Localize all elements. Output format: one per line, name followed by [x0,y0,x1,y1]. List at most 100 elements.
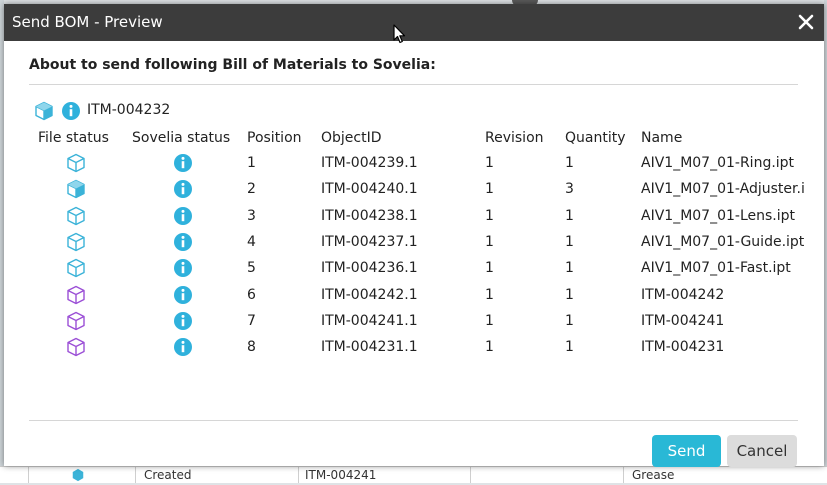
column-separator [28,467,29,483]
sovelia-status-cell [123,176,243,202]
sovelia-status-cell [123,150,243,176]
cube-purple-icon [66,311,86,331]
name-cell: ITM-004231 [641,339,725,356]
column-separator [135,467,136,483]
position-cell: 4 [247,234,256,251]
table-row[interactable]: 5 ITM-004236.1 1 1 AIV1_M07_01-Fast.ipt [29,255,805,281]
object-id-cell: ITM-004242.1 [321,286,418,303]
info-icon[interactable] [173,285,193,304]
table-row[interactable]: 2 ITM-004240.1 1 3 AIV1_M07_01-Adjuster.i [29,176,805,202]
column-header-position[interactable]: Position [243,126,317,150]
assembly-cube-icon [35,101,53,121]
info-icon[interactable] [173,311,193,330]
info-icon [62,102,80,120]
info-icon[interactable] [173,180,193,199]
quantity-cell: 1 [565,260,574,277]
sovelia-status-cell [123,229,243,255]
file-status-cell [29,176,123,202]
table-row[interactable]: 6 ITM-004242.1 1 1 ITM-004242 [29,281,805,307]
object-id-cell: ITM-004236.1 [321,260,418,277]
name-cell: AIV1_M07_01-Adjuster.i [641,181,805,198]
name-cell: AIV1_M07_01-Ring.ipt [641,155,795,172]
column-header-name[interactable]: Name [637,126,805,150]
quantity-cell: 1 [565,286,574,303]
cube-solid-icon [66,180,86,199]
name-cell: ITM-004241 [641,312,725,329]
mouse-pointer-icon [393,24,406,44]
file-status-cell [29,150,123,176]
table-row[interactable]: 1 ITM-004239.1 1 1 AIV1_M07_01-Ring.ipt [29,150,805,176]
cube-purple-icon [66,285,86,304]
info-icon[interactable] [173,259,193,278]
info-icon[interactable] [173,338,193,357]
quantity-cell: 1 [565,234,574,251]
divider [29,420,798,421]
root-item-id: ITM-004232 [87,102,171,118]
revision-cell: 1 [485,312,494,329]
send-bom-dialog: Send BOM - Preview About to send followi… [4,4,824,467]
name-cell: AIV1_M07_01-Fast.ipt [641,260,791,277]
revision-cell: 1 [485,155,494,172]
object-id-cell: ITM-004238.1 [321,207,418,224]
quantity-cell: 3 [565,181,574,198]
table-row[interactable]: 7 ITM-004241.1 1 1 ITM-004241 [29,308,805,334]
column-header-quantity[interactable]: Quantity [561,126,637,150]
cube-outline-icon [66,232,86,252]
name-cell: AIV1_M07_01-Lens.ipt [641,207,795,224]
dialog-titlebar[interactable]: Send BOM - Preview [4,4,824,41]
name-cell: ITM-004242 [641,286,725,303]
background-cell: Grease [632,468,675,482]
position-cell: 2 [247,181,256,198]
column-separator [470,467,471,483]
quantity-cell: 1 [565,155,574,172]
object-id-cell: ITM-004240.1 [321,181,418,198]
column-header-sovelia-status[interactable]: Sovelia status [123,126,243,150]
object-id-cell: ITM-004241.1 [321,312,418,329]
revision-cell: 1 [485,286,494,303]
column-header-revision[interactable]: Revision [481,126,561,150]
position-cell: 5 [247,260,256,277]
object-id-cell: ITM-004231.1 [321,339,418,356]
cube-outline-icon [66,259,86,278]
column-header-file-status[interactable]: File status [29,126,123,150]
revision-cell: 1 [485,207,494,224]
column-separator [298,467,299,483]
column-header-object-id[interactable]: ObjectID [317,126,481,150]
table-row[interactable]: 3 ITM-004238.1 1 1 AIV1_M07_01-Lens.ipt [29,203,805,229]
sovelia-status-cell [123,203,243,229]
sovelia-status-cell [123,334,243,360]
revision-cell: 1 [485,234,494,251]
revision-cell: 1 [485,181,494,198]
background-cube-icon [70,468,86,485]
send-button[interactable]: Send [652,435,721,467]
table-header-row: File status Sovelia status Position Obje… [29,126,805,150]
sovelia-status-cell [123,255,243,281]
sovelia-status-cell [123,308,243,334]
file-status-cell [29,229,123,255]
position-cell: 3 [247,207,256,224]
background-cell: Created [144,468,192,482]
position-cell: 6 [247,286,256,303]
cube-purple-icon [66,338,86,357]
position-cell: 1 [247,155,256,172]
cancel-button[interactable]: Cancel [727,435,797,467]
sovelia-status-cell [123,281,243,307]
cube-outline-icon [66,153,86,173]
name-cell: AIV1_M07_01-Guide.ipt [641,234,805,251]
file-status-cell [29,281,123,307]
close-icon[interactable] [794,10,818,34]
info-icon[interactable] [173,154,193,173]
info-icon[interactable] [173,233,193,252]
bom-table: File status Sovelia status Position Obje… [29,126,805,360]
position-cell: 8 [247,339,256,356]
info-icon[interactable] [173,206,193,225]
column-separator [623,467,624,483]
table-row[interactable]: 4 ITM-004237.1 1 1 AIV1_M07_01-Guide.ipt [29,229,805,255]
file-status-cell [29,334,123,360]
divider [29,84,798,85]
background-table-row: Created ITM-004241 Grease [0,466,827,483]
background-cell: ITM-004241 [305,468,377,482]
table-row[interactable]: 8 ITM-004231.1 1 1 ITM-004231 [29,334,805,360]
file-status-cell [29,255,123,281]
quantity-cell: 1 [565,312,574,329]
